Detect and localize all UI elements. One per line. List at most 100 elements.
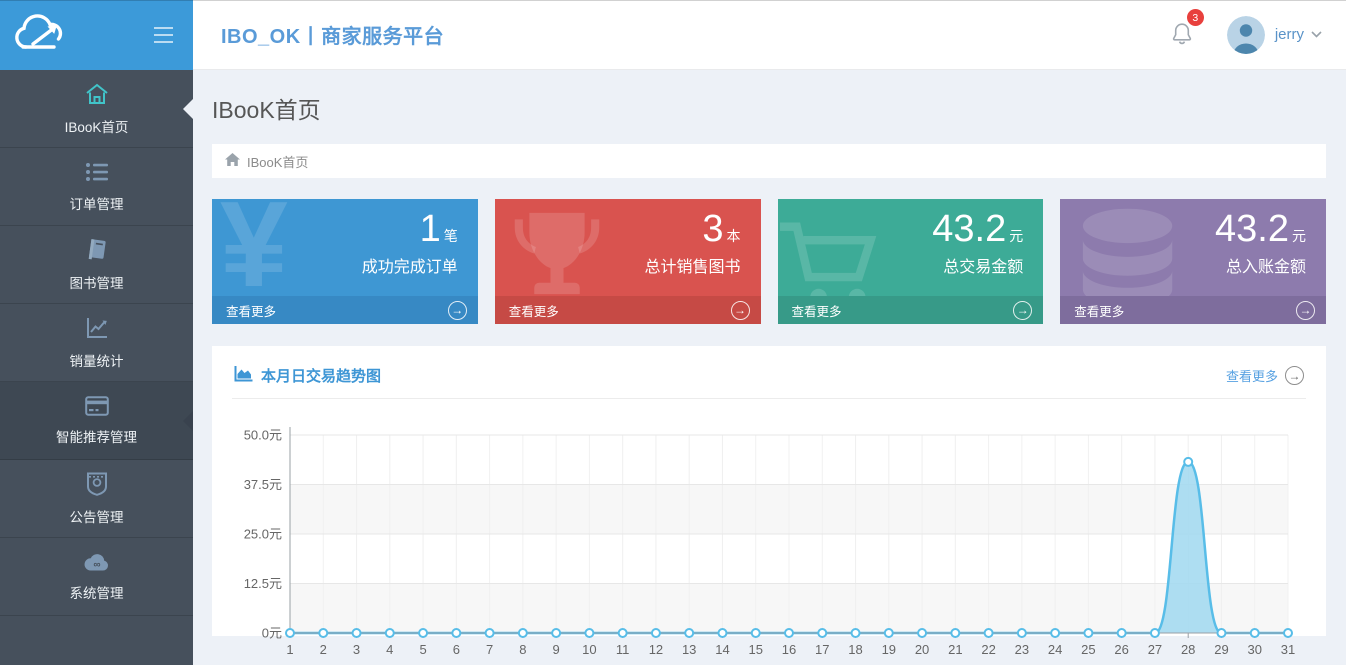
sidebar-item-label: 公告管理: [69, 509, 124, 525]
svg-text:20: 20: [915, 642, 929, 657]
stat-card-4[interactable]: 43.2 元总入账金额 查看更多 →: [1060, 199, 1326, 324]
stat-value: 3本: [702, 208, 741, 250]
stat-cards-row: ¥1 笔成功完成订单 查看更多 → 3 本总计销售图书 查看更多 → 43.2 元总交易金额 查看更…: [212, 199, 1326, 324]
area-chart-icon: [234, 365, 253, 386]
sidebar-item-7[interactable]: ∞ 系统管理: [0, 538, 193, 616]
stat-card-footer: 查看更多 →: [777, 296, 1044, 324]
svg-text:7: 7: [486, 642, 493, 657]
stat-label: 成功完成订单: [361, 258, 458, 276]
svg-text:28: 28: [1181, 642, 1195, 657]
hover-caret-icon: [183, 410, 193, 431]
svg-text:26: 26: [1114, 642, 1128, 657]
sidebar-item-label: 图书管理: [69, 275, 124, 291]
page-title: IBooK首页: [212, 97, 321, 123]
sidebar-item-label: 订单管理: [69, 196, 124, 212]
sidebar-item-6[interactable]: 公告管理: [0, 460, 193, 538]
svg-text:∞: ∞: [93, 559, 100, 570]
stat-card-footer: 查看更多 →: [494, 296, 761, 324]
stat-card-body: 3 本总计销售图书: [495, 199, 761, 296]
chart-title: 本月日交易趋势图: [234, 365, 381, 386]
arrow-circle-icon: →: [1013, 300, 1033, 320]
stat-card-3[interactable]: 43.2 元总交易金额查看更多 →: [777, 199, 1044, 324]
avatar[interactable]: [1226, 15, 1265, 54]
arrow-circle-icon: →: [447, 300, 467, 320]
stat-card-2[interactable]: 3 本总计销售图书查看更多 →: [494, 199, 761, 324]
view-more-link[interactable]: 查看更多: [226, 301, 276, 320]
card-icon: [84, 395, 109, 421]
breadcrumb-home-link[interactable]: IBooK首页: [225, 152, 308, 171]
breadcrumb-label: IBooK首页: [247, 154, 309, 170]
sidebar-item-label: 销量统计: [69, 353, 124, 369]
svg-text:12.5元: 12.5元: [244, 576, 282, 591]
stat-unit: 笔: [443, 228, 458, 244]
svg-text:18: 18: [848, 642, 862, 657]
chevron-down-icon[interactable]: [1311, 31, 1322, 38]
chart-panel-header: 本月日交易趋势图 查看更多 →: [232, 361, 1306, 399]
sidebar: IBooK首页 订单管理图书管理销量统计智能推荐管理公告管理 ∞ 系统管理: [0, 0, 193, 665]
sidebar-item-1[interactable]: IBooK首页: [0, 70, 193, 148]
main-column: IBO_OK丨商家服务平台 3 jerry IBooK首页 IBooK首页 ¥ …: [193, 0, 1346, 665]
sidebar-item-5[interactable]: 智能推荐管理: [0, 382, 193, 460]
line-chart-icon: [85, 316, 109, 345]
stat-value: 1笔: [419, 208, 458, 250]
active-caret-icon: [183, 98, 193, 119]
stat-card-body: 1 笔成功完成订单: [212, 199, 478, 296]
stat-card-body: 43.2 元总交易金额: [778, 199, 1044, 296]
stat-unit: 元: [1292, 228, 1306, 244]
svg-text:12: 12: [649, 642, 663, 657]
trend-chart: 0元 12.5元 25.0元 37.5元 50.0元 1 2 3 4 5 6 7 8 9 10 11 12 13 1…: [232, 407, 1306, 665]
arrow-circle-icon: →: [1296, 300, 1315, 320]
svg-text:19: 19: [882, 642, 896, 657]
svg-text:8: 8: [519, 642, 526, 657]
sidebar-nav: IBooK首页 订单管理图书管理销量统计智能推荐管理公告管理 ∞ 系统管理: [0, 70, 193, 665]
stat-card-body: 43.2 元总入账金额: [1060, 199, 1326, 296]
cloud-icon: ∞: [84, 552, 110, 577]
svg-text:31: 31: [1281, 642, 1295, 657]
notification-badge: 3: [1186, 9, 1204, 26]
menu-icon[interactable]: [152, 23, 175, 47]
arrow-circle-icon: →: [1285, 366, 1304, 385]
svg-text:27: 27: [1148, 642, 1162, 657]
badge-icon: [86, 472, 108, 501]
sidebar-item-4[interactable]: 销量统计: [0, 304, 193, 382]
brand-title: IBO_OK丨商家服务平台: [221, 26, 445, 48]
bell-icon: [1171, 23, 1193, 50]
home-icon: [84, 82, 110, 111]
svg-text:14: 14: [715, 642, 729, 657]
notifications-button[interactable]: 3: [1171, 9, 1204, 51]
svg-text:6: 6: [453, 642, 460, 657]
topbar-right: 3 jerry: [1171, 9, 1322, 54]
stat-card-1[interactable]: ¥1 笔成功完成订单 查看更多 →: [212, 199, 478, 324]
svg-text:4: 4: [386, 642, 393, 657]
view-more-link[interactable]: 查看更多: [509, 301, 559, 320]
view-more-link[interactable]: 查看更多: [792, 301, 842, 320]
svg-text:9: 9: [553, 642, 560, 657]
svg-text:30: 30: [1247, 642, 1261, 657]
stat-card-footer: 查看更多 →: [212, 296, 478, 324]
content-area: IBooK首页 IBooK首页 ¥1 笔成功完成订单 查看更多 → 3 本总计销售图书 查看…: [193, 70, 1346, 665]
stat-label: 总入账金额: [1225, 258, 1306, 276]
arrow-circle-icon: →: [730, 300, 750, 320]
sidebar-item-3[interactable]: 图书管理: [0, 226, 193, 304]
svg-text:3: 3: [353, 642, 360, 657]
svg-text:1: 1: [286, 642, 293, 657]
view-more-link[interactable]: 查看更多: [1074, 301, 1124, 320]
svg-text:16: 16: [782, 642, 796, 657]
svg-text:37.5元: 37.5元: [244, 477, 282, 492]
stat-label: 总计销售图书: [644, 258, 741, 276]
chart-panel: 本月日交易趋势图 查看更多 → 0元 12.5元 25.0元 37.5元 50.0元 1 2…: [212, 346, 1326, 657]
username[interactable]: jerry: [1275, 26, 1304, 43]
stat-label: 总交易金额: [943, 258, 1024, 276]
chart-view-more-link[interactable]: 查看更多 →: [1226, 366, 1304, 385]
stat-value: 43.2 元: [932, 208, 1024, 250]
sidebar-item-label: IBooK首页: [64, 119, 129, 135]
sidebar-logo-block: [0, 0, 193, 70]
svg-text:5: 5: [419, 642, 426, 657]
svg-text:24: 24: [1048, 642, 1062, 657]
cloud-logo-icon: [12, 12, 74, 59]
order-list-icon: [85, 161, 109, 188]
sidebar-item-2[interactable]: 订单管理: [0, 148, 193, 226]
sidebar-item-label: 系统管理: [69, 585, 124, 601]
svg-text:13: 13: [682, 642, 696, 657]
svg-text:0元: 0元: [262, 626, 282, 641]
